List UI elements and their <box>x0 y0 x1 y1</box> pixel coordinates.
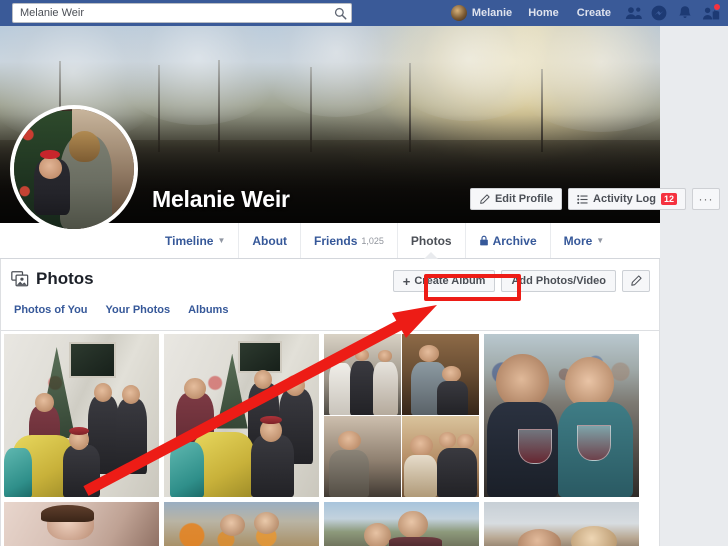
photos-section-header: Photos Photos of You Your Photos Albums … <box>0 259 660 331</box>
photo-outdoor-couple[interactable] <box>324 502 479 546</box>
facebook-profile-photos-page: Melanie Home Create <box>0 0 728 546</box>
tab-more-label: More <box>563 233 593 248</box>
pencil-icon <box>480 193 490 204</box>
search-icon[interactable] <box>329 7 351 20</box>
top-navigation-bar: Melanie Home Create <box>0 0 728 26</box>
tab-photos[interactable]: Photos <box>396 223 465 259</box>
tab-about[interactable]: About <box>238 223 300 258</box>
profile-picture[interactable] <box>10 105 138 233</box>
search-box[interactable] <box>12 3 352 23</box>
active-tab-arrow <box>424 252 439 259</box>
nav-link-home[interactable]: Home <box>519 0 568 26</box>
add-photos-video-button[interactable]: Add Photos/Video <box>501 270 616 292</box>
account-notification-dot <box>713 3 721 11</box>
tab-timeline[interactable]: Timeline ▼ <box>152 223 238 258</box>
tab-friends-count: 1,025 <box>361 235 384 246</box>
cover-action-buttons: Edit Profile Activity Log 12 ··· <box>469 188 720 210</box>
photo-group-christmas-2[interactable] <box>164 334 319 497</box>
create-album-label: Create Album <box>414 275 486 287</box>
photo-pumpkin-patch[interactable] <box>164 502 319 546</box>
notifications-icon[interactable] <box>672 0 698 26</box>
nav-avatar <box>450 5 467 21</box>
cover-more-button[interactable]: ··· <box>692 188 720 210</box>
activity-log-badge: 12 <box>660 193 677 205</box>
activity-log-label: Activity Log <box>593 193 656 205</box>
nav-profile-link[interactable]: Melanie <box>444 0 519 26</box>
add-photos-video-label: Add Photos/Video <box>511 275 606 287</box>
tab-about-label: About <box>252 233 288 248</box>
chevron-down-icon: ▼ <box>217 236 226 245</box>
lock-icon <box>479 235 489 246</box>
photos-title: Photos <box>36 269 94 288</box>
edit-profile-button[interactable]: Edit Profile <box>469 188 563 210</box>
tab-archive-label: Archive <box>492 233 537 248</box>
tab-friends-label: Friends <box>314 233 358 248</box>
activity-log-button[interactable]: Activity Log 12 <box>568 188 686 210</box>
photos-icon <box>11 271 29 287</box>
list-icon <box>577 194 588 204</box>
tab-photos-label: Photos <box>410 233 452 248</box>
subtab-your-photos[interactable]: Your Photos <box>97 300 180 320</box>
photo-grid <box>0 331 660 546</box>
friend-requests-icon[interactable] <box>620 0 646 26</box>
subtab-albums[interactable]: Albums <box>179 300 237 320</box>
subtab-photos-of-you[interactable]: Photos of You <box>5 300 97 320</box>
tab-friends[interactable]: Friends 1,025 <box>300 223 397 258</box>
plus-icon: + <box>402 273 411 289</box>
chevron-down-icon: ▼ <box>596 236 605 245</box>
photo-couple-drinks[interactable] <box>484 334 639 497</box>
create-album-button[interactable]: + Create Album <box>392 270 496 292</box>
photos-action-buttons: + Create Album Add Photos/Video <box>392 270 650 292</box>
profile-name: Melanie Weir <box>152 186 290 212</box>
photos-subtabs: Photos of You Your Photos Albums <box>5 300 237 320</box>
messenger-icon[interactable] <box>646 0 672 26</box>
tab-more[interactable]: More ▼ <box>549 223 618 258</box>
pencil-icon <box>631 275 642 286</box>
photo-collage-four-up[interactable] <box>324 334 479 497</box>
nav-right-group: Melanie Home Create <box>444 0 724 26</box>
photo-group-christmas-1[interactable] <box>4 334 159 497</box>
nav-link-create[interactable]: Create <box>568 0 620 26</box>
search-input[interactable] <box>13 4 329 22</box>
tab-timeline-label: Timeline <box>165 233 214 248</box>
edit-profile-label: Edit Profile <box>494 193 554 205</box>
account-icon[interactable] <box>698 0 724 26</box>
photo-sky-selfie[interactable] <box>484 502 639 546</box>
photo-portrait[interactable] <box>4 502 159 546</box>
edit-photos-button[interactable] <box>622 270 650 292</box>
photos-title-row: Photos <box>11 269 94 289</box>
profile-picture-art <box>14 109 134 229</box>
tab-archive[interactable]: Archive <box>464 223 550 258</box>
nav-profile-name: Melanie <box>471 7 513 19</box>
